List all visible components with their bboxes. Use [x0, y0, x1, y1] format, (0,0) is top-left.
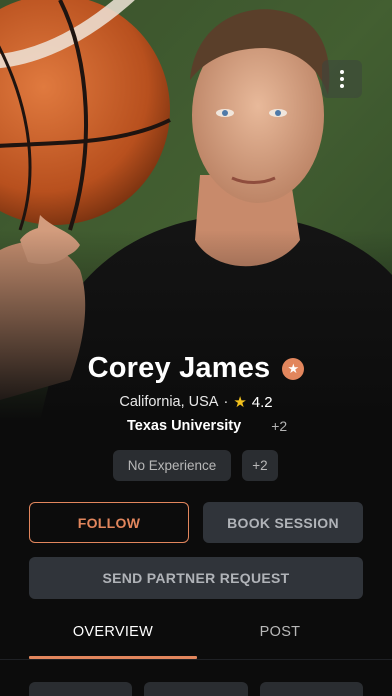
profile-location: California, USA: [119, 394, 219, 410]
profile-tabs: OVERVIEW POST: [0, 616, 392, 660]
overview-card[interactable]: [29, 682, 132, 696]
profile-name-row: Corey James ★: [0, 352, 392, 385]
overview-card[interactable]: [260, 682, 363, 696]
book-session-button[interactable]: BOOK SESSION: [203, 502, 363, 543]
star-icon: ★: [233, 394, 247, 411]
tabs-divider: [0, 659, 392, 660]
more-options-button[interactable]: [322, 60, 362, 98]
profile-name: Corey James: [87, 352, 271, 384]
follow-button[interactable]: FOLLOW: [29, 502, 189, 543]
star-badge-icon: ★: [282, 357, 305, 380]
more-tags-chip[interactable]: +2: [242, 450, 278, 481]
profile-location-row: California, USA · ★ 4.2: [0, 393, 392, 412]
profile-school-row: Texas University +2: [127, 418, 392, 434]
more-vertical-icon-dot: [340, 84, 344, 88]
tab-overview[interactable]: OVERVIEW: [29, 616, 197, 660]
separator: ·: [223, 394, 229, 410]
more-vertical-icon-dot: [340, 77, 344, 81]
tab-post[interactable]: POST: [197, 616, 363, 660]
send-partner-request-button[interactable]: SEND PARTNER REQUEST: [29, 557, 363, 599]
more-vertical-icon: [340, 70, 344, 74]
overview-card[interactable]: [144, 682, 248, 696]
profile-school: Texas University: [127, 418, 242, 434]
experience-tag: No Experience: [113, 450, 231, 481]
profile-rating: 4.2: [251, 393, 273, 411]
school-more-count[interactable]: +2: [271, 418, 287, 434]
